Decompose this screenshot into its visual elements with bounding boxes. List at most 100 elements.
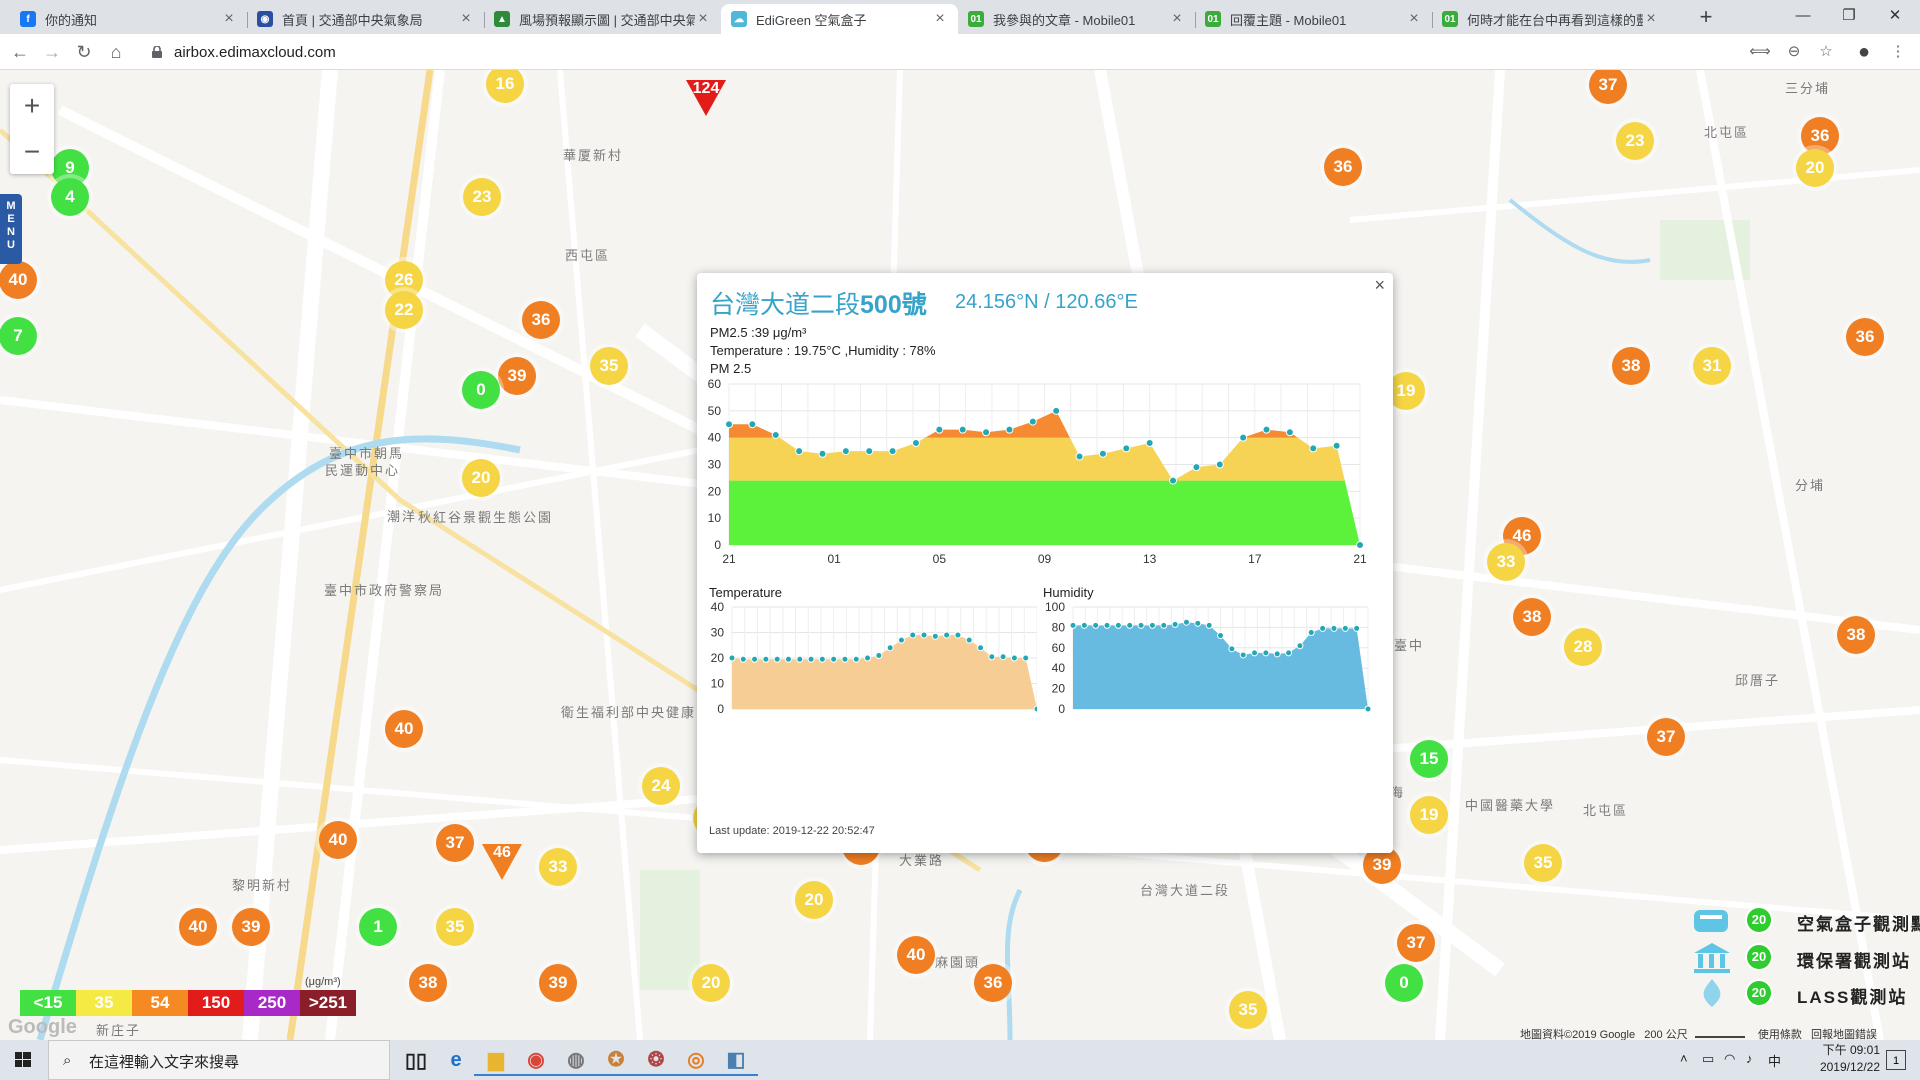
- zoom-in-button[interactable]: +: [10, 84, 54, 128]
- app9-icon[interactable]: ◧: [714, 1044, 758, 1076]
- station-marker[interactable]: 20: [692, 964, 730, 1002]
- station-marker[interactable]: 36: [522, 301, 560, 339]
- station-marker[interactable]: 38: [409, 964, 447, 1002]
- tab-close-icon[interactable]: ×: [1643, 10, 1659, 28]
- report-error-link[interactable]: 回報地圖錯誤: [1811, 1029, 1877, 1040]
- windows-start-icon[interactable]: [0, 1040, 46, 1080]
- station-marker[interactable]: 37: [1397, 924, 1435, 962]
- blender-icon[interactable]: ◎: [674, 1044, 718, 1076]
- station-marker[interactable]: 4: [51, 178, 89, 216]
- station-marker[interactable]: 20: [1796, 149, 1834, 187]
- restore-button[interactable]: ❐: [1826, 2, 1872, 30]
- translate-icon[interactable]: ⟺: [1749, 40, 1771, 64]
- new-tab-button[interactable]: +: [1693, 4, 1719, 30]
- station-marker[interactable]: 23: [1616, 122, 1654, 160]
- tab-close-icon[interactable]: ×: [1169, 10, 1185, 28]
- tab-close-icon[interactable]: ×: [695, 10, 711, 28]
- menu-toggle-button[interactable]: MENU: [0, 194, 22, 264]
- station-marker[interactable]: 40: [319, 821, 357, 859]
- station-marker[interactable]: 28: [1564, 628, 1602, 666]
- station-marker[interactable]: 39: [232, 908, 270, 946]
- browser-tab[interactable]: 01 我參與的文章 - Mobile01 ×: [958, 4, 1195, 34]
- wifi-icon[interactable]: ◠: [1724, 1051, 1735, 1067]
- station-marker[interactable]: 0: [462, 371, 500, 409]
- station-marker[interactable]: 35: [1524, 844, 1562, 882]
- station-marker[interactable]: 36: [974, 964, 1012, 1002]
- station-marker[interactable]: 36: [1324, 148, 1362, 186]
- home-icon[interactable]: ⌂: [104, 40, 128, 64]
- tab-close-icon[interactable]: ×: [932, 10, 948, 28]
- address-bar[interactable]: airbox.edimaxcloud.com: [140, 38, 1760, 66]
- close-window-button[interactable]: ✕: [1872, 2, 1918, 30]
- zoom-icon[interactable]: ⊖: [1783, 40, 1805, 64]
- zoom-out-button[interactable]: −: [10, 130, 54, 174]
- browser-tab[interactable]: ▲ 風場預報顯示圖 | 交通部中央氣象局×: [484, 4, 721, 34]
- battery-icon[interactable]: ▭: [1702, 1051, 1714, 1067]
- more-menu-icon[interactable]: ⋮: [1887, 40, 1909, 64]
- browser-tab[interactable]: 01 何時才能在台中再看到這樣的藍天 ×: [1432, 4, 1669, 34]
- ime-indicator[interactable]: 中: [1768, 1051, 1781, 1070]
- station-marker[interactable]: 35: [1229, 991, 1267, 1029]
- back-icon[interactable]: ←: [8, 40, 32, 64]
- forward-icon[interactable]: →: [40, 40, 64, 64]
- station-marker[interactable]: 38: [1612, 347, 1650, 385]
- epa-station-marker[interactable]: 124: [684, 78, 728, 118]
- task-view-icon[interactable]: ▯▯: [394, 1044, 438, 1076]
- station-marker[interactable]: 38: [1837, 616, 1875, 654]
- url-text[interactable]: airbox.edimaxcloud.com: [174, 44, 336, 61]
- tab-close-icon[interactable]: ×: [458, 10, 474, 28]
- system-clock[interactable]: 下午 09:01 2019/12/22: [1790, 1042, 1880, 1076]
- map-view[interactable]: 華厦新村 西屯區 潮洋 秋紅谷景觀生態公園 臺中市朝馬 民運動中心 臺中市政府警察局 衛生福利…: [0, 70, 1920, 1040]
- app6-icon[interactable]: ✪: [594, 1044, 638, 1076]
- tab-close-icon[interactable]: ×: [1406, 10, 1422, 28]
- station-marker[interactable]: 35: [436, 908, 474, 946]
- station-marker[interactable]: 35: [590, 347, 628, 385]
- station-marker[interactable]: 22: [385, 291, 423, 329]
- station-marker[interactable]: 37: [1647, 718, 1685, 756]
- minimize-button[interactable]: —: [1780, 2, 1826, 30]
- app5-icon[interactable]: ◍: [554, 1044, 598, 1076]
- epa-station-marker[interactable]: 46: [480, 842, 524, 882]
- station-marker[interactable]: 23: [463, 178, 501, 216]
- tray-chevron-icon[interactable]: ˄: [1680, 1051, 1688, 1066]
- bookmark-star-icon[interactable]: ☆: [1815, 40, 1837, 64]
- station-marker[interactable]: 0: [1385, 964, 1423, 1002]
- browser-tab[interactable]: 01 回覆主題 - Mobile01 ×: [1195, 4, 1432, 34]
- volume-icon[interactable]: ♪: [1746, 1051, 1753, 1066]
- terms-link[interactable]: 使用條款: [1758, 1029, 1802, 1040]
- notification-center-icon[interactable]: 1: [1886, 1050, 1906, 1070]
- station-marker[interactable]: 24: [642, 767, 680, 805]
- station-marker[interactable]: 20: [462, 459, 500, 497]
- browser-tab[interactable]: f 你的通知 ×: [10, 4, 247, 34]
- station-marker[interactable]: 40: [385, 710, 423, 748]
- station-marker[interactable]: 36: [1846, 318, 1884, 356]
- station-marker[interactable]: 37: [436, 824, 474, 862]
- station-marker[interactable]: 33: [539, 848, 577, 886]
- reload-icon[interactable]: ↻: [72, 40, 96, 64]
- chrome-icon[interactable]: ◉: [514, 1044, 558, 1076]
- taskbar-search-box[interactable]: ⌕ 在這裡輸入文字來搜尋: [48, 1040, 390, 1080]
- station-marker[interactable]: 40: [0, 261, 37, 299]
- profile-avatar-icon[interactable]: ●: [1853, 40, 1875, 64]
- station-marker[interactable]: 31: [1693, 347, 1731, 385]
- tab-close-icon[interactable]: ×: [221, 10, 237, 28]
- browser-tab[interactable]: ☁ EdiGreen 空氣盒子 ×: [721, 4, 958, 34]
- edge-icon[interactable]: e: [434, 1044, 478, 1076]
- station-marker[interactable]: 1: [359, 908, 397, 946]
- station-type-item[interactable]: 20 環保署觀測站: [1690, 939, 1920, 975]
- file-explorer-icon[interactable]: ▆: [474, 1044, 518, 1076]
- browser-tab[interactable]: ◉ 首頁 | 交通部中央氣象局 ×: [247, 4, 484, 34]
- station-marker[interactable]: 40: [897, 936, 935, 974]
- station-type-item[interactable]: 20 空氣盒子觀測點: [1690, 902, 1920, 938]
- station-marker[interactable]: 20: [795, 881, 833, 919]
- station-marker[interactable]: 15: [1410, 740, 1448, 778]
- station-marker[interactable]: 40: [179, 908, 217, 946]
- app7-icon[interactable]: ❂: [634, 1044, 678, 1076]
- station-marker[interactable]: 33: [1487, 543, 1525, 581]
- station-marker[interactable]: 38: [1513, 598, 1551, 636]
- station-marker[interactable]: 19: [1410, 796, 1448, 834]
- station-marker[interactable]: 7: [0, 317, 37, 355]
- station-marker[interactable]: 39: [539, 964, 577, 1002]
- station-marker[interactable]: 39: [498, 357, 536, 395]
- popup-close-button[interactable]: ×: [1374, 275, 1385, 296]
